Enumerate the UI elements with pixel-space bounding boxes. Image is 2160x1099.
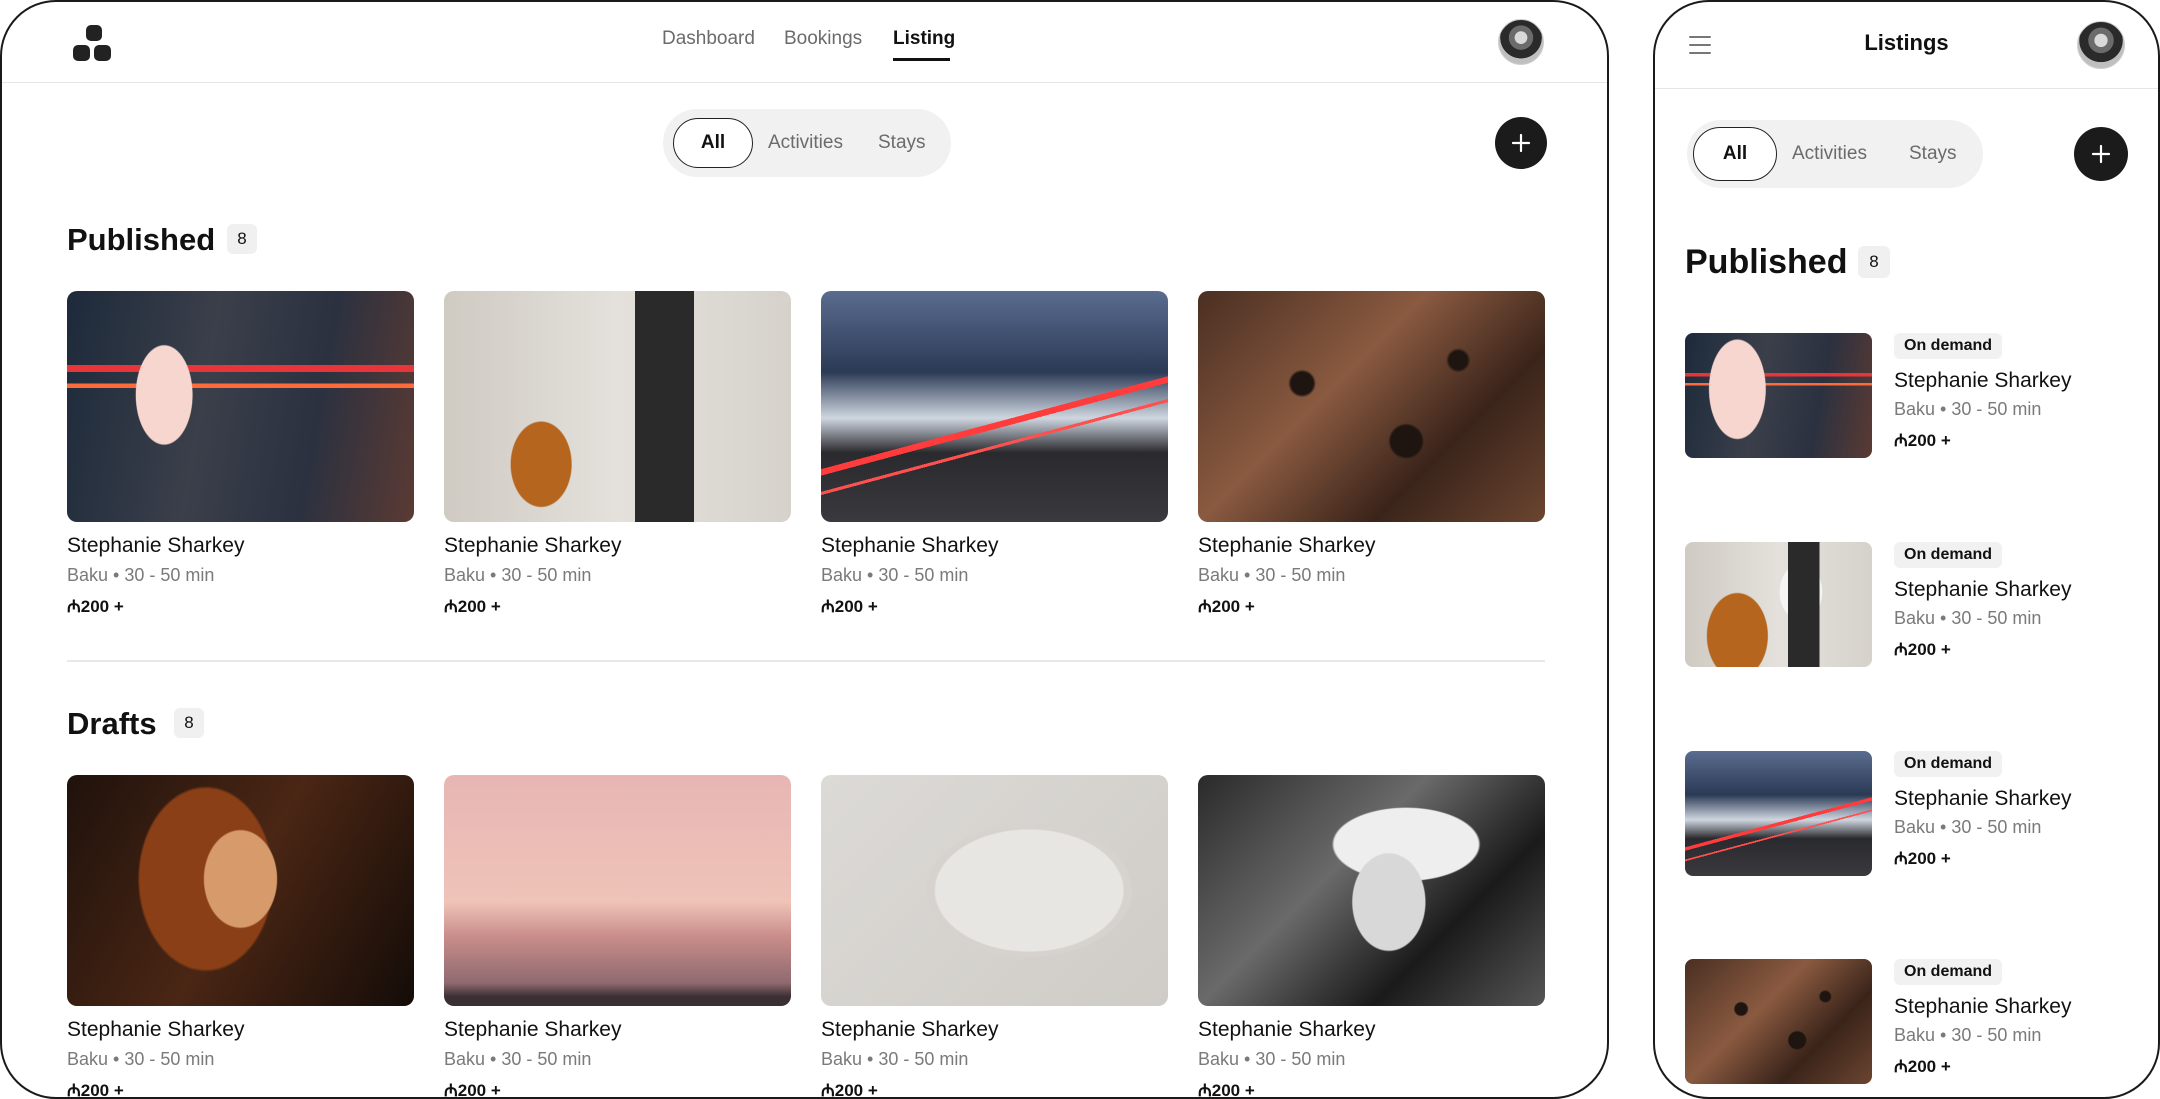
listing-image — [1685, 751, 1872, 876]
drafts-section-title: Drafts — [67, 706, 157, 741]
listing-card[interactable]: Stephanie Sharkey Baku • 30 - 50 min ₼20… — [1198, 291, 1545, 617]
mobile-frame: Listings All Activities Stays Published … — [1653, 0, 2160, 1099]
listing-image — [821, 291, 1168, 522]
listing-image — [821, 775, 1168, 1006]
listing-title: Stephanie Sharkey — [1198, 1018, 1376, 1041]
listing-image — [1685, 333, 1872, 458]
listing-price: ₼200 + — [1894, 431, 1951, 450]
add-listing-button[interactable] — [1495, 117, 1547, 169]
availability-tag: On demand — [1894, 959, 2003, 985]
listing-meta: Baku • 30 - 50 min — [444, 565, 592, 585]
listing-title: Stephanie Sharkey — [67, 1018, 245, 1041]
plus-icon — [2091, 144, 2111, 164]
listing-image — [444, 291, 791, 522]
listing-title: Stephanie Sharkey — [67, 534, 245, 557]
listing-meta: Baku • 30 - 50 min — [1894, 608, 2042, 628]
top-navbar: Dashboard Bookings Listing — [2, 2, 1607, 83]
availability-tag: On demand — [1894, 333, 2003, 359]
listing-image — [1198, 291, 1545, 522]
listing-title: Stephanie Sharkey — [1198, 534, 1376, 557]
listing-price: ₼200 + — [1198, 1081, 1255, 1099]
mobile-header: Listings — [1655, 2, 2158, 89]
published-count-badge: 8 — [1858, 246, 1890, 278]
listing-title: Stephanie Sharkey — [444, 1018, 622, 1041]
filter-all[interactable]: All — [673, 118, 753, 168]
published-section-title: Published — [67, 222, 216, 257]
listing-price: ₼200 + — [444, 597, 501, 616]
listing-price: ₼200 + — [67, 1081, 124, 1099]
listing-meta: Baku • 30 - 50 min — [1894, 1025, 2042, 1045]
listing-meta: Baku • 30 - 50 min — [1198, 1049, 1346, 1069]
listing-meta: Baku • 30 - 50 min — [1894, 817, 2042, 837]
listing-price: ₼200 + — [821, 597, 878, 616]
plus-icon — [1511, 133, 1531, 153]
listing-price: ₼200 + — [1198, 597, 1255, 616]
section-divider — [67, 660, 1545, 662]
nav-bookings[interactable]: Bookings — [784, 28, 862, 50]
listing-image — [67, 775, 414, 1006]
listing-item[interactable]: On demand Stephanie Sharkey Baku • 30 - … — [1685, 751, 2135, 876]
draft-card[interactable]: Stephanie Sharkey Baku • 30 - 50 min ₼20… — [67, 775, 414, 1099]
listing-price: ₼200 + — [1894, 640, 1951, 659]
listing-image — [1685, 542, 1872, 667]
listing-title: Stephanie Sharkey — [821, 534, 999, 557]
listing-item[interactable]: On demand Stephanie Sharkey Baku • 30 - … — [1685, 333, 2135, 458]
listing-image — [1198, 775, 1545, 1006]
listing-title: Stephanie Sharkey — [1894, 787, 2072, 810]
listing-title: Stephanie Sharkey — [444, 534, 622, 557]
listing-title: Stephanie Sharkey — [1894, 995, 2072, 1018]
listing-title: Stephanie Sharkey — [1894, 578, 2072, 601]
availability-tag: On demand — [1894, 751, 2003, 777]
add-listing-button[interactable] — [2074, 127, 2128, 181]
listing-image — [1685, 959, 1872, 1084]
listing-price: ₼200 + — [67, 597, 124, 616]
listing-meta: Baku • 30 - 50 min — [821, 565, 969, 585]
main-nav: Dashboard Bookings Listing — [2, 2, 1607, 82]
filter-all[interactable]: All — [1693, 127, 1777, 181]
nav-listing[interactable]: Listing — [893, 28, 955, 50]
draft-card[interactable]: Stephanie Sharkey Baku • 30 - 50 min ₼20… — [1198, 775, 1545, 1099]
listing-title: Stephanie Sharkey — [821, 1018, 999, 1041]
published-section-title: Published — [1685, 243, 1848, 281]
listing-type-filter: All Activities Stays — [663, 109, 951, 177]
listing-title: Stephanie Sharkey — [1894, 369, 2072, 392]
listing-meta: Baku • 30 - 50 min — [1894, 399, 2042, 419]
listing-image — [67, 291, 414, 522]
listing-price: ₼200 + — [821, 1081, 878, 1099]
listing-meta: Baku • 30 - 50 min — [67, 565, 215, 585]
nav-active-indicator — [893, 58, 950, 61]
listing-card[interactable]: Stephanie Sharkey Baku • 30 - 50 min ₼20… — [444, 291, 791, 617]
listing-meta: Baku • 30 - 50 min — [67, 1049, 215, 1069]
filter-stays[interactable]: Stays — [1909, 143, 1957, 165]
availability-tag: On demand — [1894, 542, 2003, 568]
drafts-count-badge: 8 — [174, 708, 204, 738]
listing-meta: Baku • 30 - 50 min — [821, 1049, 969, 1069]
listing-item[interactable]: On demand Stephanie Sharkey Baku • 30 - … — [1685, 959, 2135, 1084]
filter-activities[interactable]: Activities — [1792, 143, 1867, 165]
listing-price: ₼200 + — [444, 1081, 501, 1099]
listing-image — [444, 775, 791, 1006]
published-count-badge: 8 — [227, 224, 257, 254]
nav-dashboard[interactable]: Dashboard — [662, 28, 755, 50]
draft-card[interactable]: Stephanie Sharkey Baku • 30 - 50 min ₼20… — [444, 775, 791, 1099]
listing-price: ₼200 + — [1894, 849, 1951, 868]
listing-item[interactable]: On demand Stephanie Sharkey Baku • 30 - … — [1685, 542, 2135, 667]
listing-meta: Baku • 30 - 50 min — [1198, 565, 1346, 585]
listing-card[interactable]: Stephanie Sharkey Baku • 30 - 50 min ₼20… — [821, 291, 1168, 617]
desktop-frame: Dashboard Bookings Listing All Activitie… — [0, 0, 1609, 1099]
user-avatar[interactable] — [2077, 21, 2125, 69]
filter-activities[interactable]: Activities — [768, 132, 843, 154]
listing-card[interactable]: Stephanie Sharkey Baku • 30 - 50 min ₼20… — [67, 291, 414, 617]
listing-meta: Baku • 30 - 50 min — [444, 1049, 592, 1069]
user-avatar[interactable] — [1498, 19, 1544, 65]
draft-card[interactable]: Stephanie Sharkey Baku • 30 - 50 min ₼20… — [821, 775, 1168, 1099]
filter-stays[interactable]: Stays — [878, 132, 926, 154]
listing-price: ₼200 + — [1894, 1057, 1951, 1076]
listing-type-filter: All Activities Stays — [1687, 120, 1983, 188]
